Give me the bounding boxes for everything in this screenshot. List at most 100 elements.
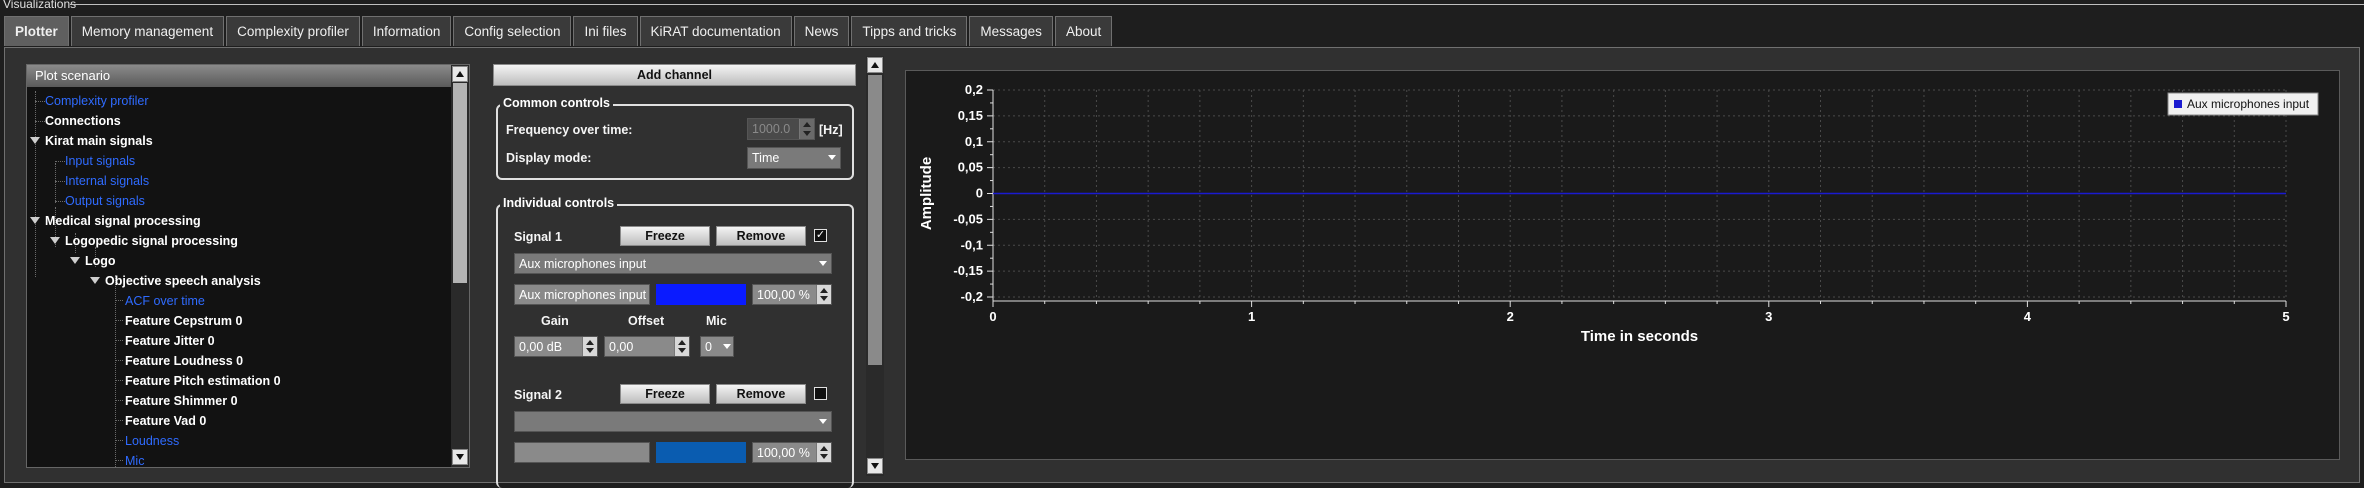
tab-about[interactable]: About <box>1054 16 1113 46</box>
tree-item-medical-signal-processing[interactable]: Medical signal processing <box>45 211 201 231</box>
chevron-down-icon <box>719 337 733 356</box>
y-axis-label: Amplitude <box>918 157 935 230</box>
controls-scrollbar[interactable] <box>866 56 884 476</box>
x-tick-label: 5 <box>2282 309 2289 324</box>
chevron-down-icon <box>815 412 831 431</box>
display-mode-label: Display mode: <box>506 151 592 165</box>
tree-item-feature-shimmer[interactable]: Feature Shimmer 0 <box>125 391 238 411</box>
tree-item-feature-loudness[interactable]: Feature Loudness 0 <box>125 351 243 371</box>
window-title: Visualizations <box>3 0 77 11</box>
signal-1-remove-button[interactable]: Remove <box>716 226 806 246</box>
spin-icon[interactable] <box>582 337 597 356</box>
tab-memory-management[interactable]: Memory management <box>70 16 225 46</box>
signal-2-name-field[interactable] <box>514 442 650 463</box>
tree-item-loudness[interactable]: Loudness <box>125 431 179 451</box>
signal-2-percent-value: 100,00 % <box>757 446 810 460</box>
signal-1-source-select[interactable]: Aux microphones input <box>514 253 832 274</box>
tree-item-complexity-profiler[interactable]: Complexity profiler <box>45 91 149 111</box>
display-mode-select[interactable]: Time <box>747 147 841 169</box>
tab-config-selection[interactable]: Config selection <box>453 16 572 46</box>
tab-information[interactable]: Information <box>361 16 452 46</box>
x-tick-label: 0 <box>989 309 996 324</box>
x-tick-label: 2 <box>1507 309 1514 324</box>
scroll-up-button[interactable] <box>867 57 883 73</box>
y-tick-label: -0,15 <box>953 263 983 278</box>
tree-scrollbar[interactable] <box>451 65 469 467</box>
tab-tipps-and-tricks[interactable]: Tipps and tricks <box>851 16 968 46</box>
y-tick-label: 0,15 <box>958 108 983 123</box>
frequency-unit: [Hz] <box>819 123 843 137</box>
mic-label: Mic <box>706 314 727 328</box>
tree-item-connections[interactable]: Connections <box>45 111 121 131</box>
expand-arrow-icon[interactable] <box>70 257 80 264</box>
mic-select[interactable]: 0 <box>700 336 734 357</box>
frequency-input: 1000.0 <box>747 118 815 140</box>
tree-item-input-signals[interactable]: Input signals <box>65 151 135 171</box>
scroll-up-button[interactable] <box>452 66 468 82</box>
x-axis-label: Time in seconds <box>1581 328 1698 345</box>
tree-guide <box>115 400 123 401</box>
frequency-spin-icon <box>799 119 814 139</box>
tree-item-feature-cepstrum[interactable]: Feature Cepstrum 0 <box>125 311 242 331</box>
window-title-bar: Visualizations <box>0 0 2364 11</box>
tab-kirat-documentation[interactable]: KiRAT documentation <box>639 16 792 46</box>
tree-item-kirat-main-signals[interactable]: Kirat main signals <box>45 131 153 151</box>
tree-item-feature-pitch-estimation[interactable]: Feature Pitch estimation 0 <box>125 371 281 391</box>
individual-controls-title: Individual controls <box>500 196 618 210</box>
tree-guide <box>35 101 45 102</box>
tree-guide <box>55 181 65 182</box>
signal-2-percent-input[interactable]: 100,00 % <box>752 442 832 463</box>
add-channel-button[interactable]: Add channel <box>493 64 856 86</box>
tree-item-logo[interactable]: Logo <box>85 251 116 271</box>
tree-item-feature-vad[interactable]: Feature Vad 0 <box>125 411 206 431</box>
signal-2-checkbox[interactable] <box>814 387 827 400</box>
signal-1-freeze-button[interactable]: Freeze <box>620 226 710 246</box>
plot-scenario-tree[interactable]: Plot scenario Complexity profiler Connec… <box>26 64 470 468</box>
expand-arrow-icon[interactable] <box>30 137 40 144</box>
tree-item-objective-speech-analysis[interactable]: Objective speech analysis <box>105 271 261 291</box>
scroll-down-button[interactable] <box>867 458 883 474</box>
signal-1-label: Signal 1 <box>514 230 562 244</box>
signal-1-percent-input[interactable]: 100,00 % <box>752 284 832 305</box>
tab-bar: Plotter Memory management Complexity pro… <box>4 16 1114 48</box>
display-mode-value: Time <box>752 151 780 165</box>
tab-news[interactable]: News <box>793 16 850 46</box>
tab-messages[interactable]: Messages <box>969 16 1053 46</box>
expand-arrow-icon[interactable] <box>50 237 60 244</box>
tree-item-feature-jitter[interactable]: Feature Jitter 0 <box>125 331 215 351</box>
tree-item-logopedic-signal-processing[interactable]: Logopedic signal processing <box>65 231 238 251</box>
spin-icon[interactable] <box>674 337 689 356</box>
tree-item-acf-over-time[interactable]: ACF over time <box>125 291 205 311</box>
tree-guide <box>55 161 65 162</box>
tab-ini-files[interactable]: Ini files <box>573 16 638 46</box>
signal-1-checkbox[interactable]: ✓ <box>814 229 827 242</box>
signal-1-source-value: Aux microphones input <box>519 257 647 271</box>
chevron-down-icon <box>824 148 840 168</box>
frequency-value: 1000.0 <box>752 122 791 136</box>
y-tick-label: -0,1 <box>961 237 983 252</box>
gain-input[interactable]: 0,00 dB <box>514 336 598 357</box>
tree-item-internal-signals[interactable]: Internal signals <box>65 171 149 191</box>
tree-guide <box>115 300 123 301</box>
offset-input[interactable]: 0,00 <box>604 336 690 357</box>
controls-scroll-thumb[interactable] <box>868 75 882 365</box>
spin-icon[interactable] <box>816 443 831 462</box>
tree-item-output-signals[interactable]: Output signals <box>65 191 145 211</box>
spin-icon[interactable] <box>816 285 831 304</box>
signal-1-name-field[interactable]: Aux microphones input <box>514 284 650 305</box>
tree-item-mic[interactable]: Mic <box>125 451 144 467</box>
signal-1-color-swatch[interactable] <box>656 284 746 305</box>
tree-guide <box>55 163 56 203</box>
scroll-down-button[interactable] <box>452 449 468 465</box>
signal-2-color-swatch[interactable] <box>656 442 746 463</box>
tree-scroll-thumb[interactable] <box>453 83 467 283</box>
tab-plotter[interactable]: Plotter <box>4 16 69 46</box>
plot-area[interactable]: 0,2 0,15 0,1 0,05 0 -0,05 -0,1 -0,15 -0,2 0 1 2 3 4 5 … <box>905 70 2340 460</box>
tab-complexity-profiler[interactable]: Complexity profiler <box>226 16 360 46</box>
tree-header: Plot scenario <box>27 65 451 87</box>
signal-2-source-select[interactable] <box>514 411 832 432</box>
expand-arrow-icon[interactable] <box>90 277 100 284</box>
signal-2-freeze-button[interactable]: Freeze <box>620 384 710 404</box>
expand-arrow-icon[interactable] <box>30 217 40 224</box>
signal-2-remove-button[interactable]: Remove <box>716 384 806 404</box>
